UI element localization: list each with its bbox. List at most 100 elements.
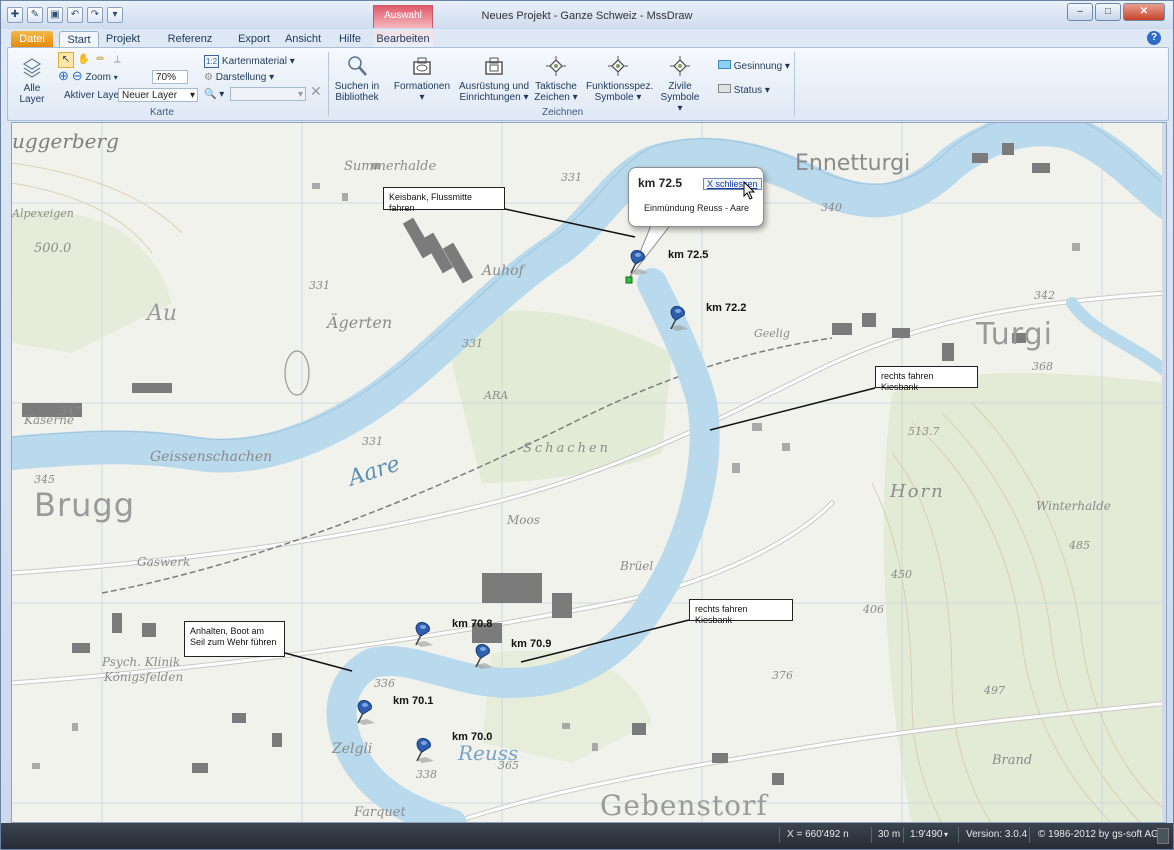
place-label-au: Au xyxy=(147,301,178,326)
tab-start[interactable]: Start xyxy=(59,31,99,48)
search-icon: 🔍 xyxy=(204,89,217,100)
darstellung-button[interactable]: ⚙ Darstellung ▾ xyxy=(204,72,274,83)
funktionsspez-symbole-button[interactable]: Funktionsspez. Symbole ▾ xyxy=(586,54,653,103)
zivile-symbole-button[interactable]: Zivile Symbole ▾ xyxy=(658,54,702,114)
civil-symbol-icon xyxy=(670,56,690,76)
help-icon[interactable]: ? xyxy=(1147,31,1161,45)
elevation-label: 331 xyxy=(462,337,483,350)
application-window: ✚ ✎ ▣ ↶ ↷ ▾ Auswahl Neues Projekt - Ganz… xyxy=(0,0,1174,850)
pencil-icon[interactable]: ✏ xyxy=(94,54,108,65)
select-arrow-icon[interactable]: ↖ xyxy=(58,52,74,68)
place-label-brugg: Brugg xyxy=(34,486,136,524)
taktische-zeichen-button[interactable]: Taktische Zeichen ▾ xyxy=(534,54,578,103)
tab-export[interactable]: Export xyxy=(233,31,275,47)
zoom-dropdown-icon[interactable]: ▾ xyxy=(114,73,118,82)
tab-bearbeiten[interactable]: Bearbeiten xyxy=(373,31,433,47)
map-pin-icon[interactable] xyxy=(471,643,493,669)
search-field[interactable]: ▾ xyxy=(230,87,306,101)
elevation-label: 345 xyxy=(34,473,55,486)
ausruestung-button[interactable]: Ausrüstung und Einrichtungen ▾ xyxy=(458,54,530,103)
tab-projekt[interactable]: Projekt xyxy=(101,31,145,47)
karte-tools: ↖ ✋ ✏ ⟂ xyxy=(58,52,158,68)
zoom-in-icon[interactable]: ⊕ xyxy=(58,68,69,83)
status-color-icon xyxy=(718,84,731,93)
map-pin-icon[interactable] xyxy=(626,249,648,275)
place-label-alpexeigen: Alpexeigen xyxy=(12,207,74,220)
search-dropdown[interactable]: 🔍 ▾ xyxy=(204,89,224,100)
marker-label: km 70.1 xyxy=(393,695,434,707)
measure-icon[interactable]: ⟂ xyxy=(110,54,124,65)
zeichnen-group-label: Zeichnen xyxy=(542,107,584,118)
aktiver-layer-value: Neuer Layer xyxy=(122,90,178,101)
place-label-ennetturgi: Ennetturgi xyxy=(795,151,911,176)
elevation-label: 376 xyxy=(772,669,793,682)
elevation-label: 450 xyxy=(891,568,912,581)
zoom-controls: ⊕ ⊖ Zoom ▾ xyxy=(58,68,118,83)
tab-ansicht[interactable]: Ansicht xyxy=(281,31,325,47)
map-pin-icon[interactable] xyxy=(353,699,375,725)
map-note[interactable]: rechts fahren Kiesbank xyxy=(875,366,978,392)
vertical-scrollbar[interactable] xyxy=(1162,123,1166,822)
elevation-label: 336 xyxy=(374,677,395,690)
chevron-down-icon: ▾ xyxy=(189,90,195,101)
pan-hand-icon[interactable]: ✋ xyxy=(77,54,91,65)
zoom-out-icon[interactable]: ⊖ xyxy=(72,68,83,83)
status-separator xyxy=(871,827,872,843)
place-label-brand: Brand xyxy=(992,753,1033,768)
formationen-button[interactable]: Formationen ▾ xyxy=(392,54,452,103)
status-coordinates: X = 660'492 n xyxy=(787,829,849,840)
clear-icon[interactable]: ✕ xyxy=(310,84,322,98)
equipment-icon xyxy=(485,57,503,75)
close-icon[interactable]: ✕ xyxy=(1123,3,1165,21)
gesinnung-button[interactable]: Gesinnung ▾ xyxy=(718,60,790,72)
scale-dropdown-icon[interactable]: ▾ xyxy=(944,830,948,839)
layers-icon xyxy=(22,58,42,78)
map-note[interactable]: rechts fahren Kiesbank xyxy=(689,599,793,625)
elevation-label: 331 xyxy=(561,171,582,184)
status-button[interactable]: Status ▾ xyxy=(718,84,770,96)
place-label-turgi: Turgi xyxy=(976,317,1053,352)
popup-title: km 72.5 xyxy=(638,176,683,190)
place-label-koenigsfelden: Königsfelden xyxy=(104,670,184,684)
elevation-label: 331 xyxy=(362,435,383,448)
place-label-geissenschachen: Geissenschachen xyxy=(150,449,273,465)
karte-group-label: Karte xyxy=(150,107,174,118)
map-pin-icon[interactable] xyxy=(411,621,433,647)
tab-referenz-raster[interactable]: Referenz Raster xyxy=(151,31,229,61)
tab-hilfe[interactable]: Hilfe xyxy=(331,31,369,47)
place-label-schachen: Schachen xyxy=(523,441,612,456)
elevation-label: 347 xyxy=(60,405,81,418)
marker-label: km 70.0 xyxy=(452,731,493,743)
place-label-farquet: Farquet xyxy=(354,805,406,820)
marker-label: km 70.9 xyxy=(511,638,552,650)
window-controls: – □ ✕ xyxy=(1067,3,1165,21)
kartenmaterial-button[interactable]: 1:2 Kartenmaterial ▾ xyxy=(204,55,295,68)
resize-grip-icon[interactable] xyxy=(1157,828,1169,844)
map-note[interactable]: Keisbank, Flussmitte fahren xyxy=(383,187,505,213)
zoom-value-field[interactable]: 70% xyxy=(152,70,188,84)
affiliation-color-icon xyxy=(718,60,731,69)
marker-label: km 72.5 xyxy=(668,249,709,261)
topographic-map xyxy=(12,123,1166,822)
map-material-icon: 1:2 xyxy=(204,55,220,68)
aktiver-layer-select[interactable]: Neuer Layer ▾ xyxy=(118,88,198,102)
map-pin-icon[interactable] xyxy=(412,737,434,763)
elevation-label: 365 xyxy=(498,759,519,772)
elevation-label: 513.7 xyxy=(908,425,940,438)
status-separator xyxy=(958,827,959,843)
map-note[interactable]: Anhalten, Boot am Seil zum Wehr führen xyxy=(184,621,285,657)
maximize-icon[interactable]: □ xyxy=(1095,3,1121,21)
ribbon: Alle Layer ↖ ✋ ✏ ⟂ ⊕ ⊖ Zoom ▾ 70% Aktive… xyxy=(7,47,1169,121)
minimize-icon[interactable]: – xyxy=(1067,3,1093,21)
status-distance: 30 m xyxy=(878,829,901,840)
tab-datei[interactable]: Datei xyxy=(11,31,53,47)
map-pin-icon[interactable] xyxy=(666,305,688,331)
alle-layer-label: Alle Layer xyxy=(19,83,45,105)
marker-label: km 72.2 xyxy=(706,302,747,314)
tactical-symbol-icon xyxy=(546,56,566,76)
elevation-label: 406 xyxy=(863,603,884,616)
suchen-bibliothek-button[interactable]: Suchen in Bibliothek xyxy=(334,54,380,103)
alle-layer-button[interactable]: Alle Layer xyxy=(14,54,50,105)
map-canvas[interactable]: uggerberg Summerhalde Ennetturgi Alpexei… xyxy=(11,122,1167,823)
status-separator xyxy=(779,827,780,843)
